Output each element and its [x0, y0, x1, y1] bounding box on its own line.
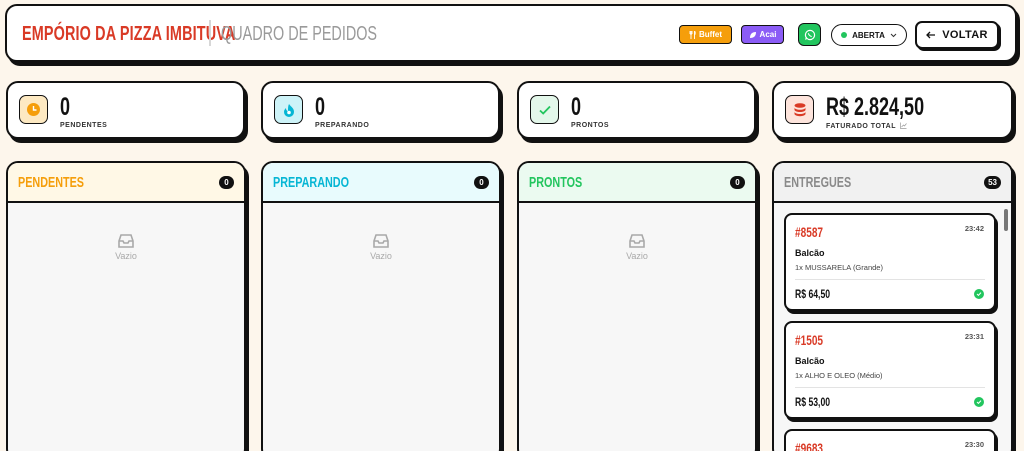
- check-icon: [538, 105, 551, 115]
- revenue-total: R$ 2.824,50: [826, 93, 925, 121]
- column-preparing: PREPARANDO 0 Vazio: [261, 161, 501, 451]
- inbox-icon: [629, 234, 645, 248]
- trend-chart-icon: [900, 122, 908, 129]
- order-time: 23:30: [964, 440, 984, 449]
- back-button[interactable]: VOLTAR: [915, 21, 999, 49]
- clock-icon: [27, 103, 40, 116]
- stat-card-pending: 0 PENDENTES: [6, 81, 245, 139]
- order-customer: Balcão: [795, 356, 825, 366]
- whatsapp-button[interactable]: [798, 23, 821, 46]
- empty-state: Vazio: [519, 233, 755, 261]
- acai-button[interactable]: Acai: [741, 25, 784, 44]
- whatsapp-icon: [804, 29, 815, 40]
- buffet-button[interactable]: Buffet: [679, 25, 732, 44]
- chevron-down-icon: [890, 33, 897, 37]
- empty-state: Vazio: [8, 233, 244, 261]
- stat-icon-box: [785, 95, 814, 124]
- inbox-icon: [373, 234, 389, 248]
- column-title: PENDENTES: [18, 174, 85, 191]
- order-item: 1x ALHO E OLEO (Médio): [795, 371, 883, 380]
- store-status-dropdown[interactable]: ABERTA: [831, 24, 907, 46]
- stat-card-preparing: 0 PREPARANDO: [261, 81, 500, 139]
- ready-label: PRONTOS: [571, 122, 609, 129]
- revenue-label: FATURADO TOTAL: [826, 122, 908, 130]
- order-divider: [795, 387, 985, 388]
- preparing-label: PREPARANDO: [315, 122, 370, 129]
- column-title: PREPARANDO: [273, 174, 350, 191]
- header-bar: EMPÓRIO DA PIZZA IMBITUVA QUADRO DE PEDI…: [5, 4, 1017, 62]
- preparing-count: 0: [315, 93, 326, 121]
- coins-icon: [794, 103, 805, 117]
- order-total: R$ 53,00: [795, 395, 831, 409]
- empty-label: Vazio: [626, 251, 648, 261]
- revenue-label-text: FATURADO TOTAL: [826, 123, 896, 130]
- column-count-badge: 0: [219, 176, 234, 189]
- stat-card-ready: 0 PRONTOS: [517, 81, 756, 139]
- column-header: PRONTOS 0: [519, 163, 755, 203]
- scrollbar-thumb[interactable]: [1004, 209, 1008, 231]
- flame-icon: [283, 103, 294, 117]
- order-time: 23:31: [964, 332, 984, 341]
- empty-label: Vazio: [370, 251, 392, 261]
- order-number: #9683: [795, 440, 824, 451]
- back-label: VOLTAR: [942, 29, 988, 41]
- status-label: ABERTA: [852, 30, 885, 40]
- order-number: #8587: [795, 224, 824, 240]
- status-dot: [841, 32, 848, 38]
- order-time: 23:42: [964, 224, 984, 233]
- header-divider: [209, 20, 211, 46]
- stat-icon-box: [274, 95, 303, 124]
- cutlery-icon: [689, 30, 696, 39]
- leaf-icon: [749, 31, 756, 38]
- stat-icon-box: [19, 95, 48, 124]
- order-card[interactable]: #9683 23:30: [784, 429, 996, 451]
- column-header: PENDENTES 0: [8, 163, 244, 203]
- order-total: R$ 64,50: [795, 287, 831, 301]
- stat-icon-box: [530, 95, 559, 124]
- column-pending: PENDENTES 0 Vazio: [6, 161, 246, 451]
- empty-label: Vazio: [115, 251, 137, 261]
- order-item: 1x MUSSARELA (Grande): [795, 263, 883, 272]
- check-circle-icon: [974, 289, 984, 299]
- buffet-label: Buffet: [698, 30, 723, 39]
- column-title: PRONTOS: [529, 174, 583, 191]
- column-title: ENTREGUES: [784, 174, 852, 191]
- acai-label: Acai: [759, 30, 777, 39]
- empty-state: Vazio: [263, 233, 499, 261]
- ready-count: 0: [571, 93, 582, 121]
- column-count-badge: 53: [984, 176, 1001, 189]
- order-card[interactable]: #1505 23:31 Balcão 1x ALHO E OLEO (Médio…: [784, 321, 996, 419]
- page-title: QUADRO DE PEDIDOS: [221, 23, 378, 45]
- order-card[interactable]: #8587 23:42 Balcão 1x MUSSARELA (Grande)…: [784, 213, 996, 311]
- check-circle-icon: [974, 397, 984, 407]
- stat-card-revenue: R$ 2.824,50 FATURADO TOTAL: [772, 81, 1013, 139]
- order-customer: Balcão: [795, 248, 825, 258]
- order-divider: [795, 279, 985, 280]
- column-delivered: ENTREGUES 53 #8587 23:42 Balcão 1x MUSSA…: [772, 161, 1013, 451]
- column-header: ENTREGUES 53: [774, 163, 1011, 203]
- pending-label: PENDENTES: [60, 122, 108, 129]
- pending-count: 0: [60, 93, 71, 121]
- brand-title: EMPÓRIO DA PIZZA IMBITUVA: [22, 23, 236, 45]
- order-number: #1505: [795, 332, 824, 348]
- inbox-icon: [118, 234, 134, 248]
- column-count-badge: 0: [730, 176, 745, 189]
- column-ready: PRONTOS 0 Vazio: [517, 161, 757, 451]
- column-count-badge: 0: [474, 176, 489, 189]
- arrow-left-icon: [926, 31, 936, 39]
- column-header: PREPARANDO 0: [263, 163, 499, 203]
